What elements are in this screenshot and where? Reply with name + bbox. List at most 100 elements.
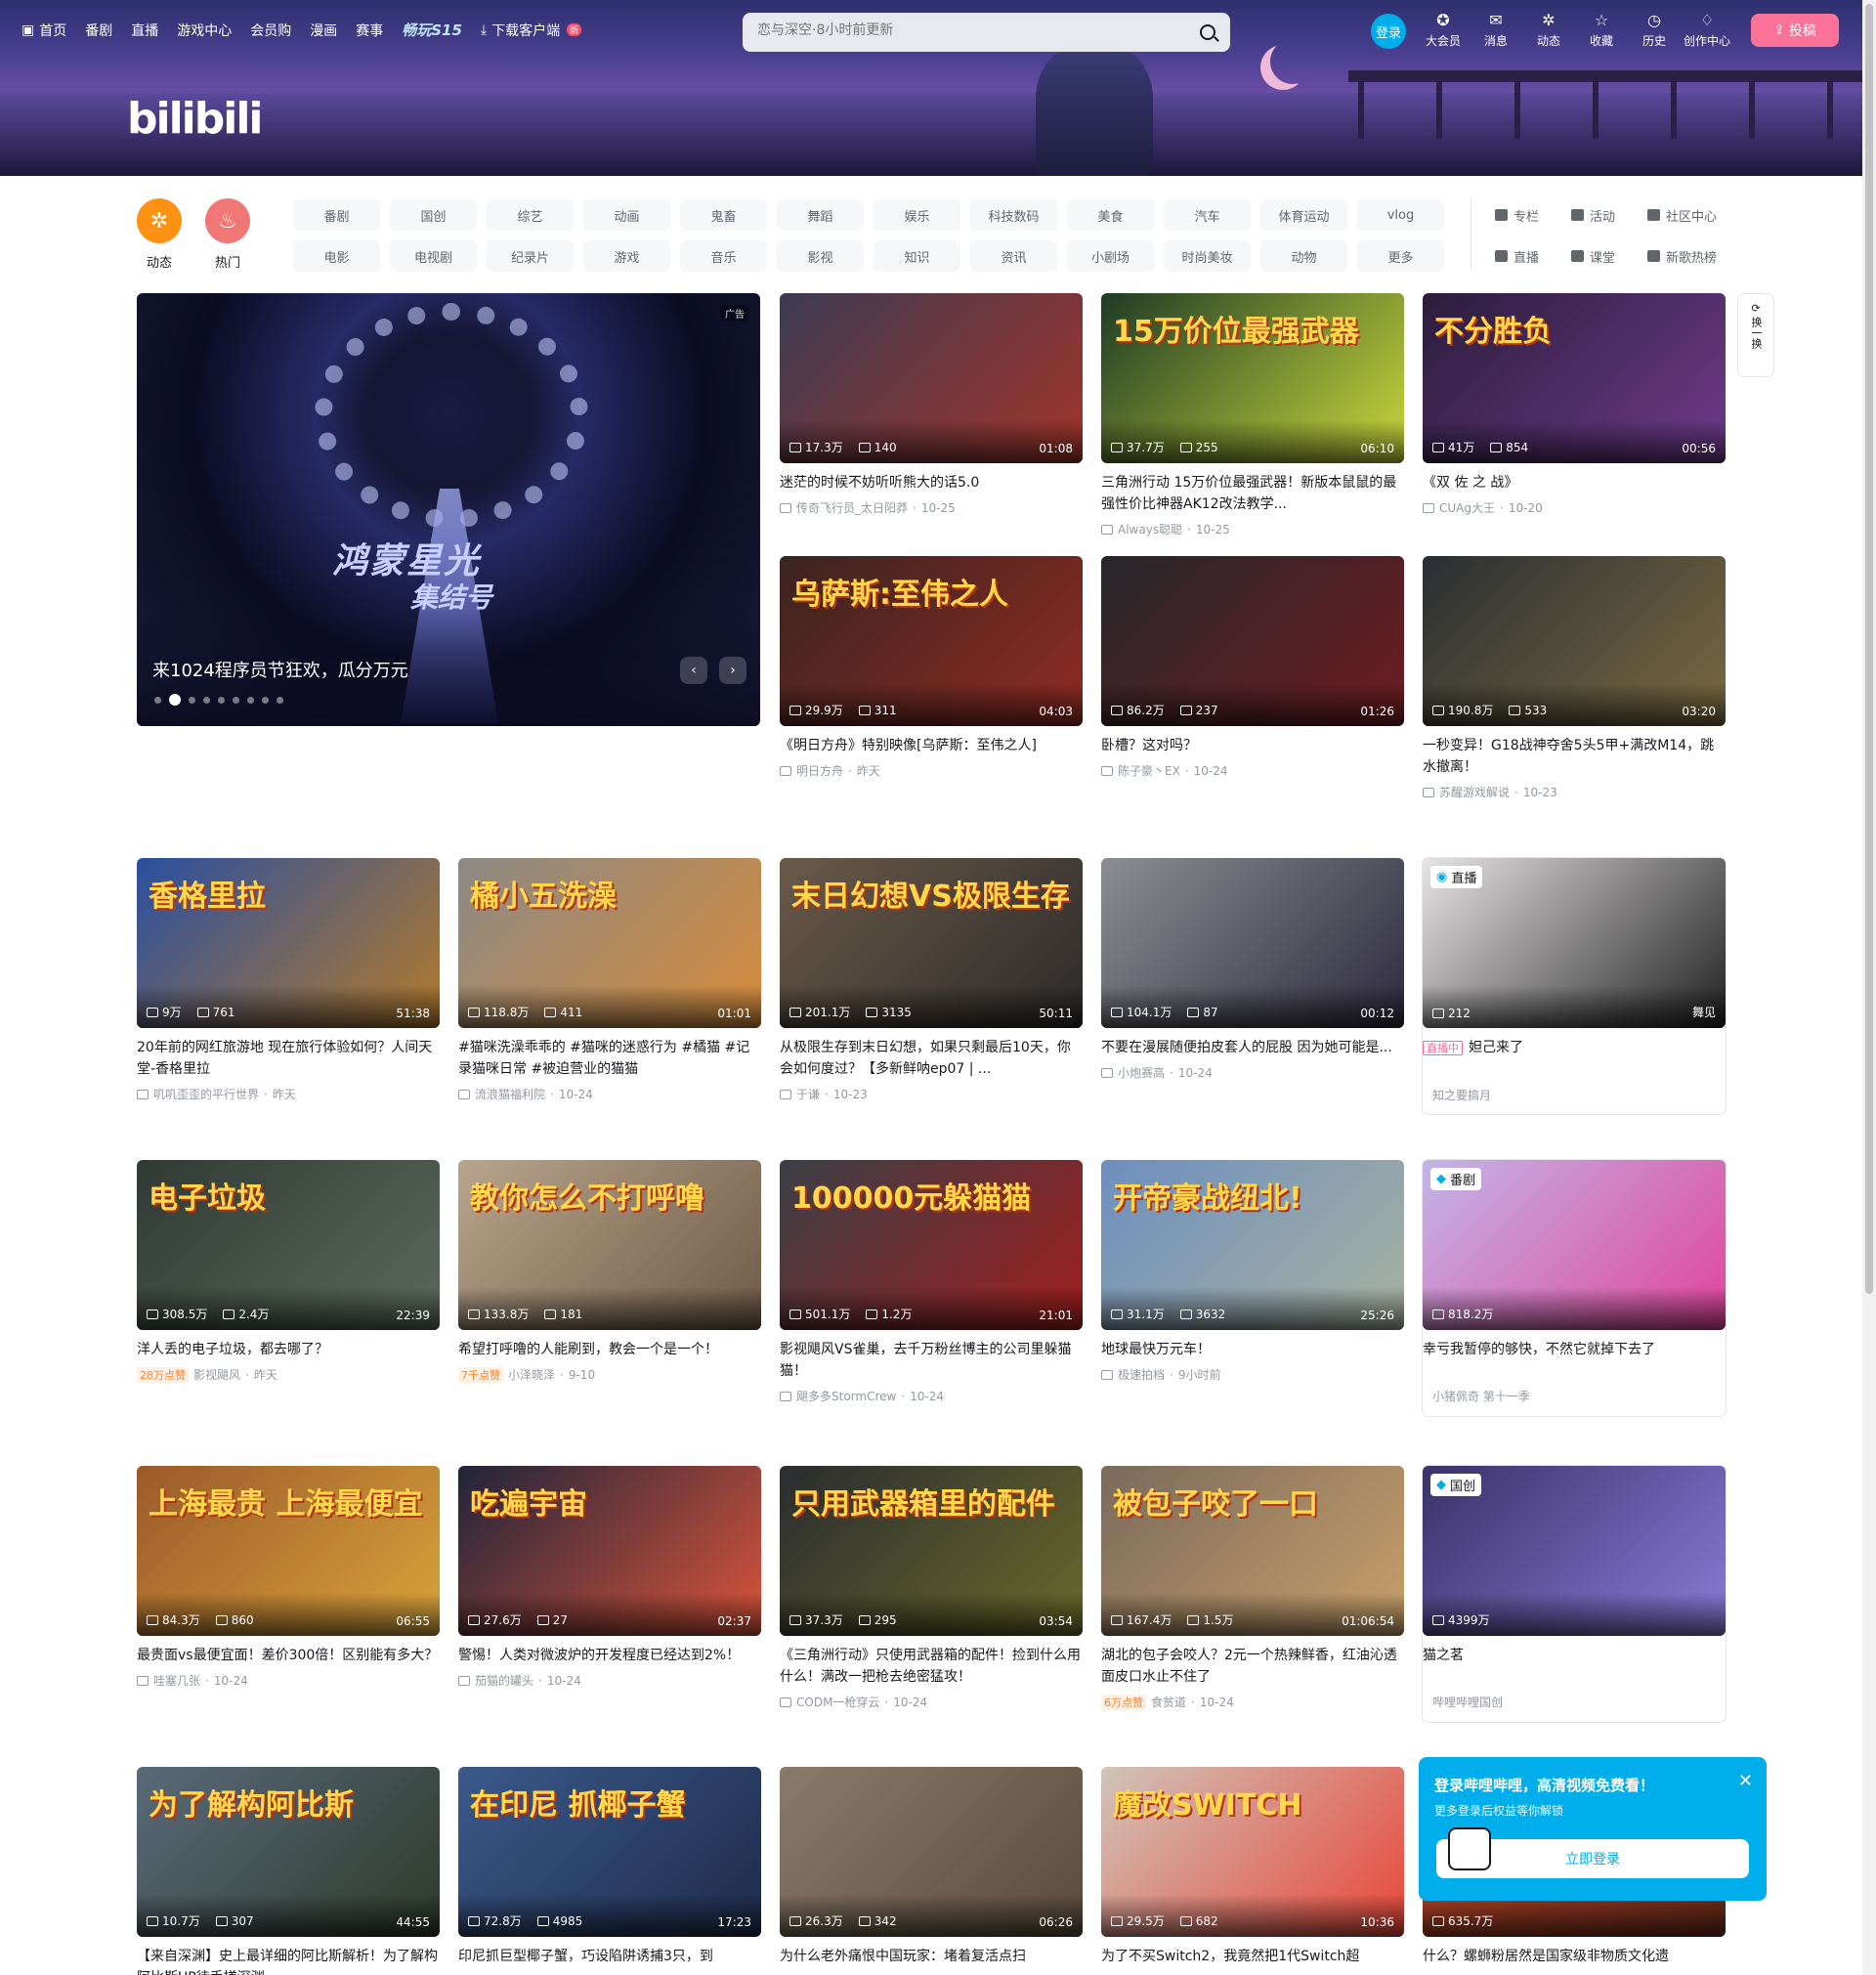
video-thumbnail[interactable]: 190.8万 533 03:20	[1423, 556, 1726, 726]
scrollbar-thumb[interactable]	[1865, 4, 1873, 1294]
video-title[interactable]: 20年前的网红旅游地 现在旅行体验如何？人间天堂-香格里拉	[137, 1037, 440, 1080]
video-card[interactable]: 上海最贵 上海最便宜 84.3万 860 06:55 最贵面vs最便宜面！差价300倍！…	[137, 1466, 440, 1689]
tag-12[interactable]: 电影	[293, 240, 380, 272]
video-title[interactable]: 直播中 妲己来了	[1423, 1037, 1726, 1059]
video-title[interactable]: 希望打呼噜的人能刷到，教会一个是一个！	[458, 1339, 761, 1360]
video-card[interactable]: 吃遍宇宙 27.6万 27 02:37 警惕！人类对微波炉的开发程度已经达到2%！ 茄猫的…	[458, 1466, 761, 1689]
nav-game-promo[interactable]: 畅玩S15	[402, 20, 462, 40]
tag-21[interactable]: 时尚美妆	[1164, 240, 1251, 272]
video-thumbnail[interactable]: 魔改SWITCH 29.5万 682 10:36	[1101, 1767, 1404, 1937]
uploader-name[interactable]: 食贫道	[1151, 1694, 1186, 1710]
video-thumbnail[interactable]: 在印尼 抓椰子蟹 72.8万 4985 17:23	[458, 1767, 761, 1937]
nav-favorites[interactable]: ☆ 收藏	[1575, 12, 1628, 49]
uploader-name[interactable]: 小泽晓泽	[508, 1366, 555, 1383]
video-thumbnail[interactable]: 86.2万 237 01:26	[1101, 556, 1404, 726]
video-thumbnail[interactable]: 为了解构阿比斯 10.7万 307 44:55	[137, 1767, 440, 1937]
carousel-dot[interactable]	[233, 696, 239, 704]
video-card[interactable]: 104.1万 87 00:12 不要在漫展随便拍皮套人的屁股 因为她可能是... 小炮赛…	[1101, 858, 1404, 1081]
tag-10[interactable]: 体育运动	[1260, 199, 1347, 231]
nav-manga[interactable]: 漫画	[310, 21, 337, 40]
tag-11[interactable]: vlog	[1357, 199, 1444, 231]
video-card[interactable]: 开帝豪战纽北! 31.1万 3632 25:26 地球最快万元车！ 极速拍档 · 9小时前	[1101, 1160, 1404, 1383]
video-card[interactable]: 190.8万 533 03:20 一秒变异！G18战神夺舍5头5甲+满改M14，跳水撤…	[1423, 556, 1726, 800]
tag-22[interactable]: 动物	[1260, 240, 1347, 272]
video-title[interactable]: 不要在漫展随便拍皮套人的屁股 因为她可能是...	[1101, 1037, 1404, 1058]
tag-15[interactable]: 游戏	[583, 240, 670, 272]
carousel-dot[interactable]	[154, 696, 161, 704]
side-link-2[interactable]: 社区中心	[1647, 199, 1755, 231]
video-title[interactable]: 最贵面vs最便宜面！差价300倍！区别能有多大？	[137, 1645, 440, 1666]
video-thumbnail[interactable]: 100000元躲猫猫 501.1万 1.2万 21:01	[780, 1160, 1083, 1330]
video-thumbnail[interactable]: 上海最贵 上海最便宜 84.3万 860 06:55	[137, 1466, 440, 1636]
carousel-prev-button[interactable]: ‹	[680, 657, 707, 684]
video-card[interactable]: 86.2万 237 01:26 卧槽？这对吗？ 陈子豪丶EX · 10-24	[1101, 556, 1404, 779]
video-thumbnail[interactable]: 被包子咬了一口 167.4万 1.5万 01:06:54	[1101, 1466, 1404, 1636]
uploader-name[interactable]: 流浪猫福利院	[475, 1086, 545, 1102]
tag-6[interactable]: 娱乐	[874, 199, 960, 231]
video-thumbnail[interactable]: 开帝豪战纽北! 31.1万 3632 25:26	[1101, 1160, 1404, 1330]
tag-3[interactable]: 动画	[583, 199, 670, 231]
tag-19[interactable]: 资讯	[970, 240, 1057, 272]
video-title[interactable]: 《明日方舟》特别映像[乌萨斯：至伟之人]	[780, 735, 1083, 756]
video-card[interactable]: 电子垃圾 308.5万 2.4万 22:39 洋人丢的电子垃圾，都去哪了？ 28万点赞 影视…	[137, 1160, 440, 1383]
tag-8[interactable]: 美食	[1067, 199, 1154, 231]
video-thumbnail[interactable]: 香格里拉 9万 761 51:38	[137, 858, 440, 1028]
tag-20[interactable]: 小剧场	[1067, 240, 1154, 272]
video-card[interactable]: 香格里拉 9万 761 51:38 20年前的网红旅游地 现在旅行体验如何？人间天堂-香…	[137, 858, 440, 1102]
uploader-name[interactable]: 小炮赛高	[1118, 1064, 1165, 1081]
search-icon[interactable]	[1200, 24, 1215, 40]
video-thumbnail[interactable]: 教你怎么不打呼噜 133.8万 181	[458, 1160, 761, 1330]
bilibili-logo[interactable]: bilibili	[127, 94, 263, 144]
video-title[interactable]: 幸亏我暂停的够快，不然它就掉下去了	[1423, 1339, 1726, 1360]
video-title[interactable]: #猫咪洗澡乖乖的 #猫咪的迷惑行为 #橘猫 #记录猫咪日常 #被迫营业的猫猫	[458, 1037, 761, 1080]
carousel-title[interactable]: 来1024程序员节狂欢，瓜分万元	[152, 657, 408, 682]
nav-mall[interactable]: 会员购	[250, 21, 291, 40]
nav-dynamic[interactable]: ✲ 动态	[1522, 12, 1575, 49]
nav-bangumi[interactable]: 番剧	[85, 21, 112, 40]
video-title[interactable]: 卧槽？这对吗？	[1101, 735, 1404, 756]
video-title[interactable]: 洋人丢的电子垃圾，都去哪了？	[137, 1339, 440, 1360]
video-card[interactable]: 教你怎么不打呼噜 133.8万 181 希望打呼噜的人能刷到，教会一个是一个！ 7千点赞…	[458, 1160, 761, 1383]
video-thumbnail[interactable]: 只用武器箱里的配件 37.3万 295 03:54	[780, 1466, 1083, 1636]
video-title[interactable]: 什么？螺蛳粉居然是国家级非物质文化遗	[1423, 1946, 1726, 1967]
tag-14[interactable]: 纪录片	[487, 240, 574, 272]
tag-5[interactable]: 舞蹈	[777, 199, 864, 231]
video-thumbnail[interactable]: 15万价位最强武器 37.7万 255 06:10	[1101, 293, 1404, 463]
video-card[interactable]: 魔改SWITCH 29.5万 682 10:36 为了不买Switch2，我竟然把1代S…	[1101, 1767, 1404, 1967]
uploader-name[interactable]: 陈子豪丶EX	[1118, 762, 1180, 779]
nav-home[interactable]: ▣ 首页	[21, 21, 66, 40]
uploader-name[interactable]: 哔哩哔哩国创	[1432, 1694, 1503, 1710]
tag-1[interactable]: 国创	[390, 199, 477, 231]
side-link-0[interactable]: 专栏	[1495, 199, 1571, 231]
video-thumbnail[interactable]: ◉ 直播 212 舞见	[1423, 858, 1726, 1028]
video-card[interactable]: 乌萨斯:至伟之人 29.9万 311 04:03 《明日方舟》特别映像[乌萨斯：至伟之人…	[780, 556, 1083, 779]
video-card[interactable]: 在印尼 抓椰子蟹 72.8万 4985 17:23 印尼抓巨型椰子蟹，巧设陷阱诱捕3只，…	[458, 1767, 761, 1967]
uploader-name[interactable]: 哇塞几张	[153, 1672, 200, 1689]
video-title[interactable]: 警惕！人类对微波炉的开发程度已经达到2%！	[458, 1645, 761, 1666]
tag-18[interactable]: 知识	[874, 240, 960, 272]
video-title[interactable]: 地球最快万元车！	[1101, 1339, 1404, 1360]
video-thumbnail[interactable]: 104.1万 87 00:12	[1101, 858, 1404, 1028]
video-title[interactable]: 《三角洲行动》只使用武器箱的配件！捡到什么用什么！满改一把枪去绝密猛攻！	[780, 1645, 1083, 1688]
search-input[interactable]	[757, 22, 1168, 38]
channel-hot[interactable]: ♨ 热门	[205, 198, 250, 271]
nav-esports[interactable]: 赛事	[356, 21, 383, 40]
video-thumbnail[interactable]: ◆ 国创 4399万	[1423, 1466, 1726, 1636]
video-title[interactable]: 为什么老外痛恨中国玩家：堵着复活点扫	[780, 1946, 1083, 1967]
side-link-4[interactable]: 课堂	[1571, 240, 1647, 272]
video-card[interactable]: 为了解构阿比斯 10.7万 307 44:55 【来自深渊】史上最详细的阿比斯解析！为了…	[137, 1767, 440, 1975]
tag-0[interactable]: 番剧	[293, 199, 380, 231]
uploader-name[interactable]: 传奇飞行员_太日阳莽	[796, 499, 908, 516]
refresh-button[interactable]: ⟳ 换一换	[1737, 293, 1774, 377]
nav-game-center[interactable]: 游戏中心	[177, 21, 232, 40]
scrollbar[interactable]	[1862, 0, 1876, 1975]
carousel-next-button[interactable]: ›	[719, 657, 746, 684]
carousel-dot[interactable]	[203, 696, 210, 704]
login-button[interactable]: 登录	[1371, 14, 1406, 49]
video-title[interactable]: 从极限生存到末日幻想，如果只剩最后10天，你会如何度过？【多新鲜呐ep07 | …	[780, 1037, 1083, 1080]
tag-16[interactable]: 音乐	[680, 240, 767, 272]
carousel-dot[interactable]	[218, 696, 225, 704]
uploader-name[interactable]: CUAg大王	[1439, 499, 1495, 516]
video-thumbnail[interactable]: 26.3万 342 06:26	[780, 1767, 1083, 1937]
video-title[interactable]: 湖北的包子会咬人？2元一个热辣鲜香，红油沁透面皮口水止不住了	[1101, 1645, 1404, 1688]
